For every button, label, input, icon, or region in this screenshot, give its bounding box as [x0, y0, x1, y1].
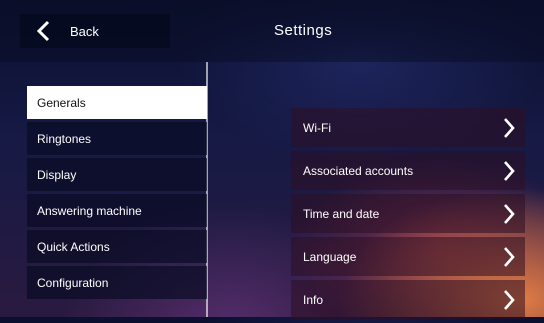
menu-item-label: Quick Actions — [37, 239, 110, 254]
menu-item-ringtones[interactable]: Ringtones — [27, 122, 207, 155]
menu-item-generals[interactable]: Generals — [27, 86, 207, 119]
row-label: Info — [303, 292, 324, 307]
chevron-right-icon — [501, 203, 517, 225]
row-label: Associated accounts — [303, 163, 414, 178]
menu-item-quick-actions[interactable]: Quick Actions — [27, 230, 207, 263]
page-title: Settings — [274, 22, 333, 39]
settings-menu: Generals Ringtones Display Answering mac… — [27, 86, 207, 302]
back-label: Back — [70, 23, 99, 39]
row-label: Wi-Fi — [303, 120, 331, 135]
row-language[interactable]: Language — [291, 237, 525, 276]
row-info[interactable]: Info — [291, 280, 525, 319]
chevron-right-icon — [501, 246, 517, 268]
menu-item-label: Generals — [37, 95, 86, 110]
chevron-right-icon — [501, 117, 517, 139]
menu-item-answering-machine[interactable]: Answering machine — [27, 194, 207, 227]
menu-item-label: Ringtones — [37, 131, 92, 146]
menu-item-display[interactable]: Display — [27, 158, 207, 191]
back-button[interactable]: Back — [20, 14, 170, 48]
row-time-and-date[interactable]: Time and date — [291, 194, 525, 233]
generals-list: Wi-Fi Associated accounts Time and date … — [291, 108, 525, 323]
menu-item-label: Configuration — [37, 275, 109, 290]
menu-item-configuration[interactable]: Configuration — [27, 266, 207, 299]
top-bar: Back Settings — [0, 0, 544, 62]
row-wifi[interactable]: Wi-Fi — [291, 108, 525, 147]
chevron-left-icon — [26, 14, 60, 48]
chevron-right-icon — [501, 160, 517, 182]
row-label: Time and date — [303, 206, 380, 221]
menu-item-label: Answering machine — [37, 203, 142, 218]
chevron-right-icon — [501, 289, 517, 311]
menu-item-label: Display — [37, 167, 77, 182]
row-label: Language — [303, 249, 357, 264]
row-associated-accounts[interactable]: Associated accounts — [291, 151, 525, 190]
